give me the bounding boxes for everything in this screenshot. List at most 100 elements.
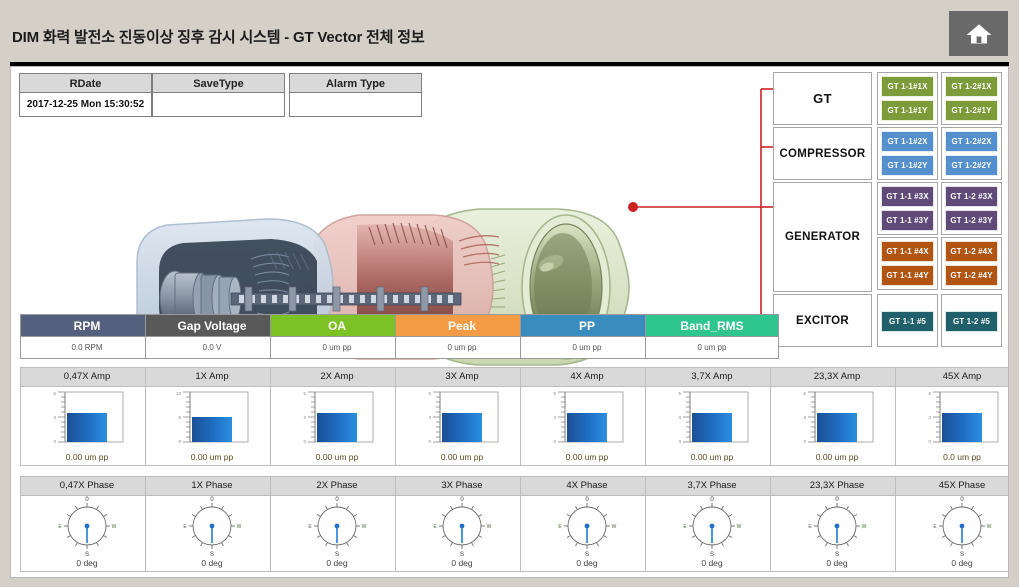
measure-label-rpm: RPM	[20, 314, 154, 337]
amp-panel-45x-amp[interactable]: 45X Amp 5 3 0 0.0 um pp	[895, 367, 1008, 466]
phase-dial: 0 S W E	[433, 497, 491, 556]
tag-chip-gt-1-1-2y[interactable]: GT 1-1#2Y	[881, 155, 934, 176]
tag-chip-gt-1-1-2x[interactable]: GT 1-1#2X	[881, 131, 934, 152]
amp-panel-23-3x-amp[interactable]: 23,3X Amp 5 3 0 0.00 um pp	[770, 367, 904, 466]
phase-panel-0-47x-phase[interactable]: 0,47X Phase 0 S W E 0 deg	[20, 476, 154, 572]
phase-panel-1x-phase[interactable]: 1X Phase 0 S W E 0 deg	[145, 476, 279, 572]
svg-text:W: W	[737, 524, 742, 530]
measure-label-band-rms: Band_RMS	[645, 314, 779, 337]
phase-panel-45x-phase[interactable]: 45X Phase 0 S W E 0 deg	[895, 476, 1008, 572]
phase-panel-value: 0 deg	[951, 558, 973, 568]
svg-text:S: S	[335, 552, 339, 556]
svg-text:0: 0	[303, 439, 306, 444]
measure-card-oa[interactable]: OA 0 um pp	[270, 314, 404, 359]
phase-panel-3x-phase[interactable]: 3X Phase 0 S W E 0 deg	[395, 476, 529, 572]
phase-panel-title: 1X Phase	[146, 477, 278, 496]
svg-text:10: 10	[176, 391, 182, 396]
phase-panel-title: 3X Phase	[396, 477, 528, 496]
tag-chip-gt-1-2-3x[interactable]: GT 1-2 #3X	[945, 186, 998, 207]
phase-panel-title: 0,47X Phase	[21, 477, 153, 496]
measure-card-peak[interactable]: Peak 0 um pp	[395, 314, 529, 359]
measure-card-band-rms[interactable]: Band_RMS 0 um pp	[645, 314, 779, 359]
svg-text:0: 0	[53, 439, 56, 444]
amp-panel-value: 0.00 um pp	[190, 452, 234, 462]
svg-text:3: 3	[928, 415, 931, 420]
phase-panel-title: 4X Phase	[521, 477, 653, 496]
tag-chip-gt-1-2-4y[interactable]: GT 1-2 #4Y	[945, 265, 998, 286]
svg-text:0: 0	[928, 439, 931, 444]
amp-bar-chart: 10 5 0	[176, 391, 249, 444]
amp-panel-3x-amp[interactable]: 3X Amp 5 3 0 0.00 um pp	[395, 367, 529, 466]
svg-text:0: 0	[210, 497, 214, 503]
amp-panel-title: 1X Amp	[146, 368, 278, 387]
svg-text:0: 0	[960, 497, 964, 503]
amp-panel-title: 3,7X Amp	[646, 368, 778, 387]
measure-label-gap-voltage: Gap Voltage	[145, 314, 279, 337]
svg-text:3: 3	[803, 415, 806, 420]
phase-panel-value: 0 deg	[826, 558, 848, 568]
tag-frame-excitor-col1: GT 1-1 #5	[877, 294, 938, 347]
tag-chip-gt-1-1-1y[interactable]: GT 1-1#1Y	[881, 100, 934, 121]
measure-card-pp[interactable]: PP 0 um pp	[520, 314, 654, 359]
svg-text:0: 0	[553, 439, 556, 444]
section-label-excitor: EXCITOR	[795, 314, 849, 327]
tag-chip-gt-1-1-4y[interactable]: GT 1-1 #4Y	[881, 265, 934, 286]
measure-value-rpm: 0.0 RPM	[20, 337, 154, 359]
amp-panel-value: 0.0 um pp	[943, 452, 981, 462]
phase-panel-value: 0 deg	[326, 558, 348, 568]
tag-chip-gt-1-2-1x[interactable]: GT 1-2#1X	[945, 76, 998, 97]
amp-panel-4x-amp[interactable]: 4X Amp 5 3 0 0.00 um pp	[520, 367, 654, 466]
tag-chip-gt-1-2-3y[interactable]: GT 1-2 #3Y	[945, 210, 998, 231]
amp-panel-0-47x-amp[interactable]: 0,47X Amp 5 3 0 0.00 um pp	[20, 367, 154, 466]
section-box-compressor[interactable]: COMPRESSOR	[773, 127, 872, 180]
amp-panel-title: 23,3X Amp	[771, 368, 903, 387]
phase-panel-title: 23,3X Phase	[771, 477, 903, 496]
tag-chip-gt-1-2-5[interactable]: GT 1-2 #5	[945, 311, 998, 332]
tag-chip-gt-1-2-1y[interactable]: GT 1-2#1Y	[945, 100, 998, 121]
tag-chip-gt-1-1-3y[interactable]: GT 1-1 #3Y	[881, 210, 934, 231]
phase-dial: 0 S W E	[933, 497, 991, 556]
tag-chip-gt-1-1-5[interactable]: GT 1-1 #5	[881, 311, 934, 332]
phase-panel-2x-phase[interactable]: 2X Phase 0 S W E 0 deg	[270, 476, 404, 572]
amp-panel-value: 0.00 um pp	[565, 452, 609, 462]
tag-frame-compressor-col1: GT 1-1#2X GT 1-1#2Y	[877, 127, 938, 180]
svg-text:3: 3	[678, 415, 681, 420]
tag-chip-gt-1-2-4x[interactable]: GT 1-2 #4X	[945, 241, 998, 262]
svg-text:0: 0	[803, 439, 806, 444]
amp-bar-chart: 5 3 0	[303, 391, 374, 444]
tag-chip-gt-1-1-1x[interactable]: GT 1-1#1X	[881, 76, 934, 97]
svg-text:S: S	[835, 552, 839, 556]
phase-dial: 0 S W E	[808, 497, 866, 556]
section-box-gt[interactable]: GT	[773, 72, 872, 125]
svg-text:3: 3	[303, 415, 306, 420]
measure-card-gap-voltage[interactable]: Gap Voltage 0.0 V	[145, 314, 279, 359]
amp-bar-chart: 5 3 0	[53, 391, 124, 444]
amp-bar-chart: 5 3 0	[428, 391, 499, 444]
phase-panel-4x-phase[interactable]: 4X Phase 0 S W E 0 deg	[520, 476, 654, 572]
amp-bar-chart: 5 3 0	[553, 391, 624, 444]
section-box-excitor[interactable]: EXCITOR	[773, 294, 872, 347]
section-box-generator[interactable]: GENERATOR	[773, 182, 872, 292]
amp-panel-1x-amp[interactable]: 1X Amp 10 5 0 0.00 um pp	[145, 367, 279, 466]
amp-panel-2x-amp[interactable]: 2X Amp 5 3 0 0.00 um pp	[270, 367, 404, 466]
home-button[interactable]	[949, 11, 1008, 56]
phase-dial: 0 S W E	[308, 497, 366, 556]
svg-text:E: E	[58, 524, 62, 530]
tag-chip-gt-1-2-2y[interactable]: GT 1-2#2Y	[945, 155, 998, 176]
tag-chip-gt-1-2-2x[interactable]: GT 1-2#2X	[945, 131, 998, 152]
amp-panel-value: 0.00 um pp	[65, 452, 109, 462]
amp-panel-title: 2X Amp	[271, 368, 403, 387]
amp-panel-3-7x-amp[interactable]: 3,7X Amp 5 3 0 0.00 um pp	[645, 367, 779, 466]
measure-card-rpm[interactable]: RPM 0.0 RPM	[20, 314, 154, 359]
tag-chip-gt-1-1-3x[interactable]: GT 1-1 #3X	[881, 186, 934, 207]
amp-bar-chart: 5 3 0	[803, 391, 874, 444]
svg-text:W: W	[612, 524, 617, 530]
section-label-generator: GENERATOR	[784, 231, 861, 243]
tag-frame-gt-col1: GT 1-1#1X GT 1-1#1Y	[877, 72, 938, 125]
phase-panel-3-7x-phase[interactable]: 3,7X Phase 0 S W E 0 deg	[645, 476, 779, 572]
amp-bar-chart: 5 3 0	[928, 391, 999, 444]
phase-panel-23-3x-phase[interactable]: 23,3X Phase 0 S W E 0 deg	[770, 476, 904, 572]
sensor-anchor-dot	[628, 202, 638, 212]
tag-chip-gt-1-1-4x[interactable]: GT 1-1 #4X	[881, 241, 934, 262]
svg-text:0: 0	[585, 497, 589, 503]
